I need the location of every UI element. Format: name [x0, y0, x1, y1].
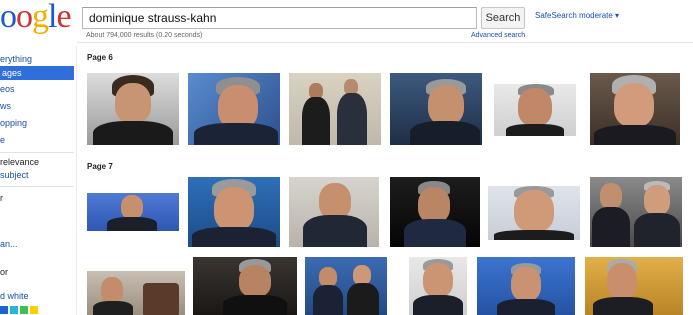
sidebar-item-images[interactable]: ages — [0, 66, 74, 80]
result-stats: About 794,000 results (0.20 seconds) — [86, 32, 203, 39]
color-swatch-yellow[interactable] — [30, 306, 38, 314]
image-result[interactable] — [87, 271, 185, 315]
page-7-label: Page 7 — [87, 162, 113, 171]
advanced-search-link[interactable]: Advanced search — [471, 32, 525, 39]
image-result[interactable] — [590, 177, 682, 247]
sidebar-item-shopping[interactable]: opping — [0, 118, 27, 128]
image-result[interactable] — [289, 73, 381, 145]
sidebar-item-everything[interactable]: erything — [0, 54, 32, 64]
sidebar-divider — [0, 186, 74, 187]
image-result[interactable] — [188, 73, 280, 145]
sidebar-divider — [0, 152, 74, 153]
sidebar-filter-black-white[interactable]: d white — [0, 291, 29, 301]
image-result[interactable] — [494, 84, 576, 136]
sort-by-relevance[interactable]: relevance — [0, 157, 39, 167]
image-result[interactable] — [305, 257, 387, 315]
image-result[interactable] — [188, 177, 280, 247]
image-result[interactable] — [87, 193, 179, 231]
image-result[interactable] — [87, 73, 179, 145]
image-result[interactable] — [390, 73, 482, 145]
sidebar-filter-size[interactable]: r — [0, 193, 3, 203]
sidebar-filter-larger-than[interactable]: an... — [0, 239, 18, 249]
header-divider — [77, 42, 693, 43]
image-result[interactable] — [193, 257, 297, 315]
sidebar-item-videos[interactable]: eos — [0, 84, 15, 94]
left-sidebar: erything ages eos ws opping e relevance … — [0, 46, 77, 315]
logo-letter: o — [16, 0, 33, 35]
safesearch-dropdown[interactable]: SafeSearch moderate ▾ — [535, 11, 619, 20]
logo-letter: g — [32, 0, 49, 35]
sidebar-filter-color[interactable]: or — [0, 267, 8, 277]
google-logo[interactable]: oogle — [0, 0, 72, 36]
logo-letter: e — [56, 0, 71, 35]
image-result[interactable] — [409, 257, 467, 315]
sort-by-subject[interactable]: subject — [0, 170, 29, 180]
search-input[interactable]: dominique strauss-kahn — [82, 7, 477, 29]
sidebar-item-news[interactable]: ws — [0, 101, 11, 111]
page-6-label: Page 6 — [87, 53, 113, 62]
sidebar-item-more[interactable]: e — [0, 135, 5, 145]
image-result[interactable] — [590, 73, 680, 145]
color-swatch-green[interactable] — [20, 306, 28, 314]
image-result[interactable] — [488, 186, 580, 240]
logo-letter: o — [0, 0, 17, 35]
image-result[interactable] — [585, 257, 683, 315]
color-swatch-blue[interactable] — [0, 306, 8, 314]
color-swatch-teal[interactable] — [10, 306, 18, 314]
image-result[interactable] — [390, 177, 480, 247]
image-result[interactable] — [289, 177, 379, 247]
search-button[interactable]: Search — [481, 7, 525, 29]
image-result[interactable] — [477, 257, 575, 315]
